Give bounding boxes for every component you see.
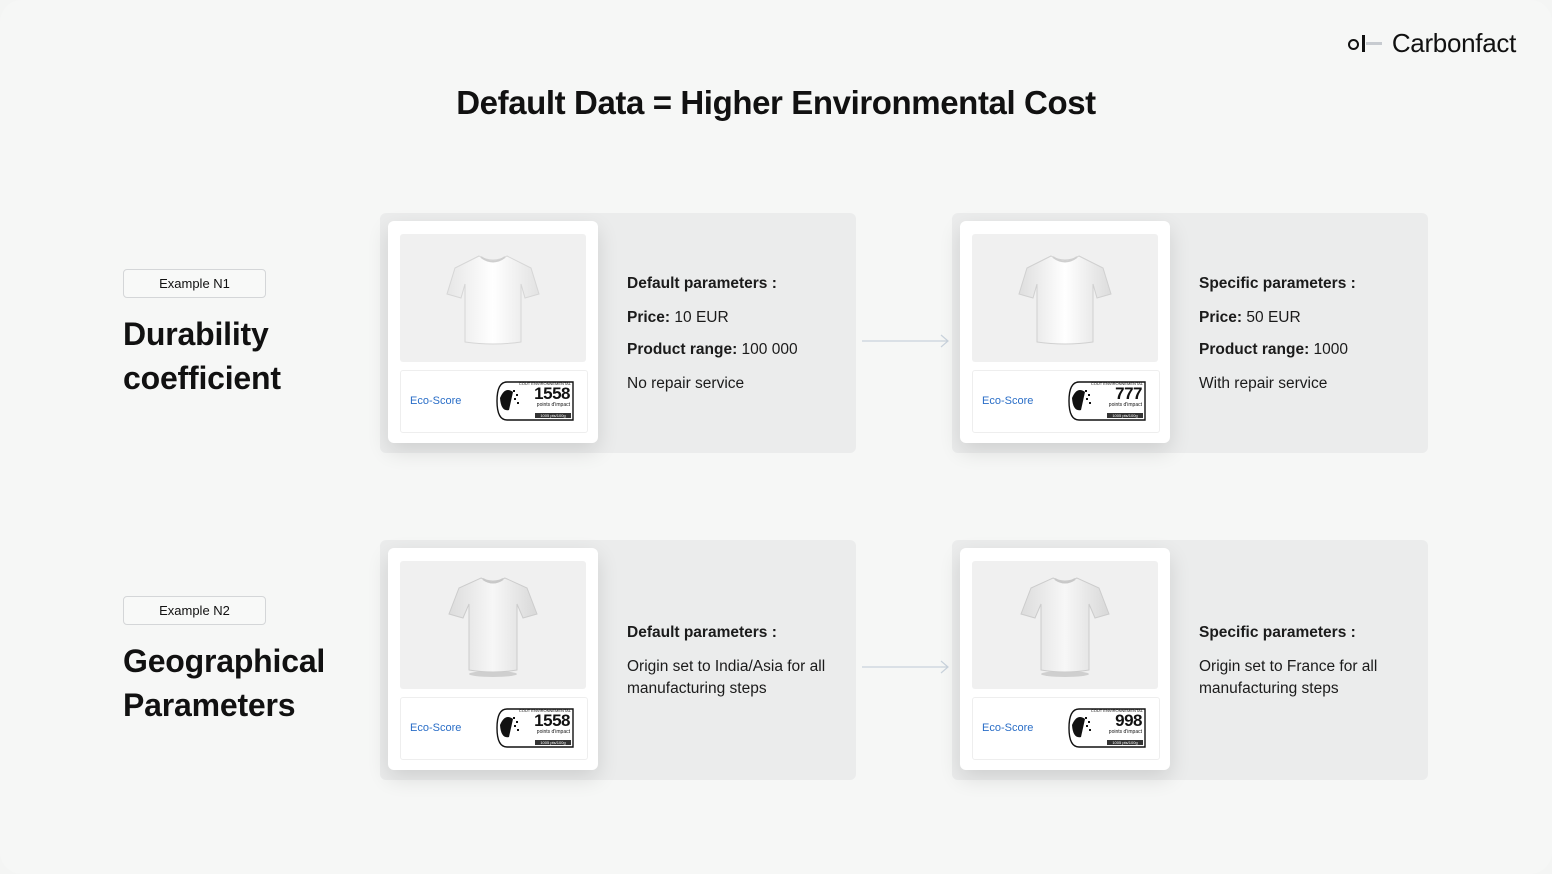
page-title: Default Data = Higher Environmental Cost bbox=[456, 84, 1096, 121]
product-image bbox=[400, 234, 586, 362]
eco-tag-foot: 1005 pts/100g bbox=[535, 740, 571, 745]
eco-tag-icon: COÛT ENVIRONNEMENTAL 777 points d'impact… bbox=[1067, 380, 1147, 422]
origin-text: Origin set to France for all manufacturi… bbox=[1199, 658, 1378, 697]
example-badge: Example N1 bbox=[123, 269, 266, 298]
eco-score-value: 998 bbox=[1115, 711, 1142, 730]
example-title-line: Durability bbox=[123, 316, 269, 352]
parameters-heading: Default parameters : bbox=[627, 275, 777, 292]
range-label: Product range: bbox=[1199, 341, 1310, 358]
price-label: Price: bbox=[1199, 309, 1243, 326]
eco-score-box: Eco-Score COÛT ENVIRONNEMENTAL 1558 poin… bbox=[400, 697, 588, 760]
product-card: Eco-Score COÛT ENVIRONNEMENTAL 1558 poin… bbox=[388, 548, 598, 770]
default-parameters-panel: Eco-Score COÛT ENVIRONNEMENTAL 1558 poin… bbox=[380, 540, 856, 780]
tshirt-icon bbox=[1018, 255, 1112, 345]
product-card: Eco-Score COÛT ENVIRONNEMENTAL 777 point… bbox=[960, 221, 1170, 443]
eco-tag-icon: COÛT ENVIRONNEMENTAL 1558 points d'impac… bbox=[495, 707, 575, 749]
brand-name: Carbonfact bbox=[1391, 28, 1516, 58]
example-title: Durability coefficient bbox=[123, 312, 281, 400]
product-image bbox=[972, 561, 1158, 689]
repair-service: No repair service bbox=[627, 375, 745, 392]
range-line: Product range: 1000 bbox=[1199, 339, 1414, 361]
price-label: Price: bbox=[627, 309, 671, 326]
specific-parameters-panel: Eco-Score COÛT ENVIRONNEMENTAL 777 point… bbox=[952, 213, 1428, 453]
eco-score-value: 1558 bbox=[534, 384, 570, 403]
eco-score-label: Eco-Score bbox=[410, 722, 462, 734]
product-image bbox=[972, 234, 1158, 362]
example-1-label: Example N1 Durability coefficient bbox=[123, 269, 281, 400]
range-line: Product range: 100 000 bbox=[627, 339, 842, 361]
tshirt-icon bbox=[448, 577, 538, 677]
product-card: Eco-Score COÛT ENVIRONNEMENTAL 1558 poin… bbox=[388, 221, 598, 443]
example-title-line: coefficient bbox=[123, 360, 281, 396]
price-value: 10 EUR bbox=[670, 309, 729, 326]
example-title-line: Geographical bbox=[123, 643, 326, 679]
tshirt-icon bbox=[1020, 577, 1110, 677]
eco-tag-sub: points d'impact bbox=[536, 402, 570, 408]
range-value: 100 000 bbox=[737, 341, 798, 358]
eco-score-label: Eco-Score bbox=[982, 722, 1034, 734]
origin-text: Origin set to India/Asia for all manufac… bbox=[627, 658, 826, 697]
arrow-right-icon bbox=[862, 334, 949, 348]
eco-tag-sub: points d'impact bbox=[1108, 729, 1142, 735]
example-2-label: Example N2 Geographical Parameters bbox=[123, 596, 325, 727]
eco-score-box: Eco-Score COÛT ENVIRONNEMENTAL 777 point… bbox=[972, 370, 1160, 433]
specific-parameters-panel: Eco-Score COÛT ENVIRONNEMENTAL 998 point… bbox=[952, 540, 1428, 780]
eco-tag-foot: 1005 pts/100g bbox=[1107, 740, 1143, 745]
eco-tag-foot: 1005 pts/100g bbox=[535, 413, 571, 418]
parameters-heading: Specific parameters : bbox=[1199, 624, 1356, 641]
eco-score-value: 1558 bbox=[534, 711, 570, 730]
parameters-list: Default parameters : Price: 10 EUR Produ… bbox=[627, 273, 842, 395]
eco-tag-icon: COÛT ENVIRONNEMENTAL 1558 points d'impac… bbox=[495, 380, 575, 422]
example-badge: Example N2 bbox=[123, 596, 266, 625]
example-title: Geographical Parameters bbox=[123, 639, 325, 727]
parameters-list: Specific parameters : Origin set to Fran… bbox=[1199, 622, 1414, 700]
range-label: Product range: bbox=[627, 341, 738, 358]
eco-tag-icon: COÛT ENVIRONNEMENTAL 998 points d'impact… bbox=[1067, 707, 1147, 749]
eco-score-box: Eco-Score COÛT ENVIRONNEMENTAL 1558 poin… bbox=[400, 370, 588, 433]
eco-tag-sub: points d'impact bbox=[536, 729, 570, 735]
parameters-list: Default parameters : Origin set to India… bbox=[627, 622, 842, 700]
product-card: Eco-Score COÛT ENVIRONNEMENTAL 998 point… bbox=[960, 548, 1170, 770]
price-line: Price: 50 EUR bbox=[1199, 307, 1414, 329]
eco-score-label: Eco-Score bbox=[982, 395, 1034, 407]
parameters-heading: Specific parameters : bbox=[1199, 275, 1356, 292]
parameters-list: Specific parameters : Price: 50 EUR Prod… bbox=[1199, 273, 1414, 395]
carbonfact-logo-icon bbox=[1347, 29, 1384, 59]
eco-tag-sub: points d'impact bbox=[1108, 402, 1142, 408]
example-title-line: Parameters bbox=[123, 687, 296, 723]
slide-canvas: Carbonfact Default Data = Higher Environ… bbox=[0, 0, 1552, 874]
parameters-heading: Default parameters : bbox=[627, 624, 777, 641]
brand-logo: Carbonfact bbox=[1347, 28, 1516, 59]
range-value: 1000 bbox=[1309, 341, 1349, 358]
eco-score-box: Eco-Score COÛT ENVIRONNEMENTAL 998 point… bbox=[972, 697, 1160, 760]
eco-tag-foot: 1005 pts/100g bbox=[1107, 413, 1143, 418]
eco-score-value: 777 bbox=[1115, 384, 1142, 403]
tshirt-icon bbox=[446, 255, 540, 345]
price-line: Price: 10 EUR bbox=[627, 307, 842, 329]
product-image bbox=[400, 561, 586, 689]
repair-service: With repair service bbox=[1199, 375, 1328, 392]
arrow-right-icon bbox=[862, 660, 949, 674]
eco-score-label: Eco-Score bbox=[410, 395, 462, 407]
price-value: 50 EUR bbox=[1242, 309, 1301, 326]
default-parameters-panel: Eco-Score COÛT ENVIRONNEMENTAL 1558 poin… bbox=[380, 213, 856, 453]
